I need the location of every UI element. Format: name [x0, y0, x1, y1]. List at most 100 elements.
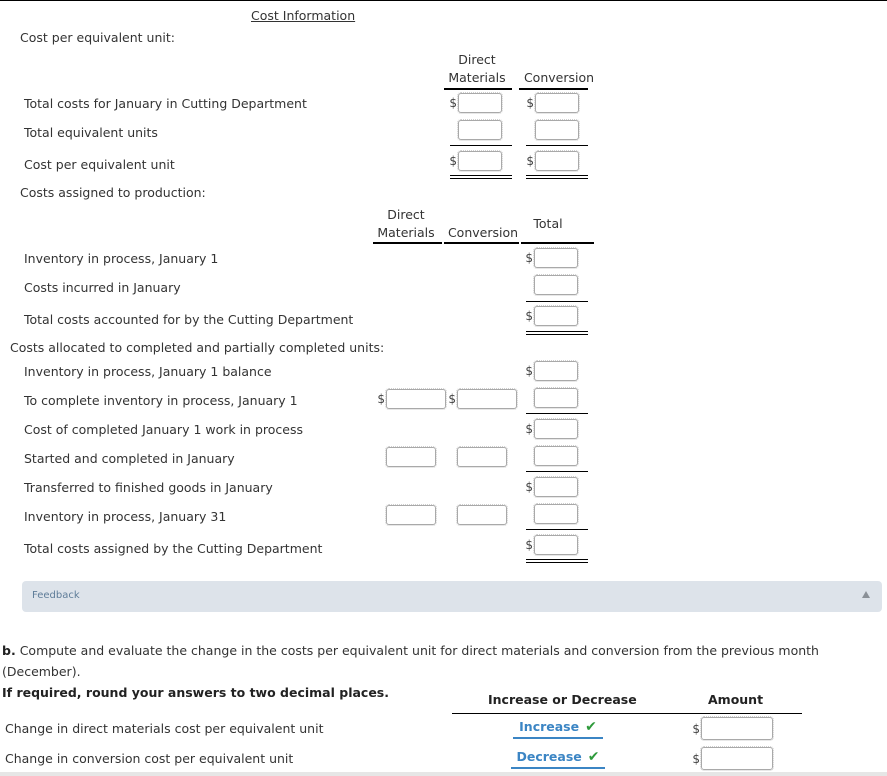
conv-cost-per-eu-input[interactable] — [534, 150, 580, 172]
total-costs-accounted-input[interactable] — [533, 305, 579, 327]
total-double-rule — [450, 175, 512, 179]
header-rule — [444, 242, 519, 244]
cost-information-link[interactable]: Cost Information — [251, 8, 355, 23]
amount-field: $ — [692, 746, 774, 771]
row-label: Inventory in process, January 1 balance — [24, 364, 272, 379]
total-field — [533, 503, 579, 525]
inventory-jan31-total-input[interactable] — [533, 503, 579, 525]
conv-cost-per-eu-field: $ — [526, 150, 580, 172]
row-label: Total costs for January in Cutting Depar… — [24, 96, 307, 111]
direction-select-dm[interactable]: Increase ✔ — [513, 718, 603, 739]
inventory-jan1-total-input[interactable] — [533, 247, 579, 269]
total-field: $ — [525, 534, 579, 556]
total-field — [533, 387, 579, 409]
to-complete-total-input[interactable] — [533, 387, 579, 409]
row-label: Total costs assigned by the Cutting Depa… — [24, 541, 323, 556]
checkmark-icon: ✔ — [587, 748, 600, 765]
conv-total-cost-input[interactable] — [534, 92, 580, 114]
col-header-conversion: Conversion — [447, 225, 519, 240]
conv-eu-field — [534, 119, 580, 141]
col-header-direct-materials: Direct Materials — [446, 51, 508, 87]
header-rule — [444, 88, 512, 90]
total-field — [533, 445, 579, 467]
total-double-rule — [526, 559, 588, 563]
currency-symbol: $ — [525, 251, 533, 265]
currency-symbol: $ — [449, 96, 457, 110]
row-label: To complete inventory in process, Januar… — [24, 393, 298, 408]
dm-cost-per-eu-input[interactable] — [457, 150, 503, 172]
row-label: Costs incurred in January — [24, 280, 181, 295]
inventory-jan31-conv-input[interactable] — [456, 504, 508, 526]
rounding-note: If required, round your answers to two d… — [2, 685, 389, 700]
header-rule — [373, 242, 442, 244]
feedback-panel[interactable]: Feedback — [22, 581, 882, 612]
dm-field — [385, 504, 437, 526]
row-label: Total costs accounted for by the Cutting… — [24, 312, 354, 327]
total-double-rule — [526, 331, 588, 335]
currency-symbol: $ — [692, 721, 700, 736]
currency-symbol: $ — [525, 480, 533, 494]
bottom-border — [0, 772, 887, 776]
conv-equivalent-units-input[interactable] — [534, 119, 580, 141]
subtotal-rule — [526, 145, 588, 146]
header-rule — [452, 713, 802, 714]
total-field: $ — [525, 360, 579, 382]
dm-cost-per-eu-field: $ — [449, 150, 503, 172]
started-completed-total-input[interactable] — [533, 445, 579, 467]
total-field: $ — [525, 418, 579, 440]
inventory-jan1-balance-input[interactable] — [533, 360, 579, 382]
part-b-instruction: Compute and evaluate the change in the c… — [2, 643, 819, 679]
currency-symbol: $ — [377, 392, 385, 406]
subtotal-rule — [526, 301, 588, 302]
started-completed-dm-input[interactable] — [385, 446, 437, 468]
to-complete-conv-input[interactable] — [456, 388, 518, 410]
row-label: Started and completed in January — [24, 451, 235, 466]
inventory-jan31-dm-input[interactable] — [385, 504, 437, 526]
col-header-dm-line2: Materials — [448, 70, 506, 85]
dm-change-amount-input[interactable] — [700, 716, 774, 741]
direction-select-conv[interactable]: Decrease ✔ — [511, 748, 605, 769]
subtotal-rule — [450, 145, 512, 146]
part-b-instruction-line: b. Compute and evaluate the change in th… — [2, 640, 882, 682]
transferred-fg-input[interactable] — [533, 476, 579, 498]
row-label: Cost of completed January 1 work in proc… — [24, 422, 303, 437]
dm-equivalent-units-input[interactable] — [457, 119, 503, 141]
col-header-dm-line1: Direct — [458, 52, 496, 67]
started-completed-conv-input[interactable] — [456, 446, 508, 468]
conv-field — [456, 504, 508, 526]
costs-incurred-total-input[interactable] — [533, 274, 579, 296]
checkmark-icon: ✔ — [585, 718, 597, 735]
total-double-rule — [526, 175, 588, 179]
dm-field — [385, 446, 437, 468]
dm-total-cost-input[interactable] — [457, 92, 503, 114]
currency-symbol: $ — [692, 751, 700, 766]
header-rule — [521, 242, 594, 244]
header-rule — [519, 88, 588, 90]
col-header-dm-line1: Direct — [387, 207, 425, 222]
total-costs-assigned-input[interactable] — [533, 534, 579, 556]
row-label: Inventory in process, January 31 — [24, 509, 227, 524]
conv-field — [456, 446, 508, 468]
dm-eu-field — [457, 119, 503, 141]
col-header-conversion: Conversion — [523, 70, 595, 85]
conv-change-amount-input[interactable] — [700, 746, 774, 771]
completed-jan1-wip-input[interactable] — [533, 418, 579, 440]
row-label: Cost per equivalent unit — [24, 157, 175, 172]
currency-symbol: $ — [525, 364, 533, 378]
total-field: $ — [525, 305, 579, 327]
currency-symbol: $ — [448, 392, 456, 406]
col-header-increase-decrease: Increase or Decrease — [488, 692, 637, 707]
to-complete-dm-input[interactable] — [385, 388, 447, 410]
total-field — [533, 274, 579, 296]
subtotal-rule — [526, 471, 588, 472]
row-label: Total equivalent units — [24, 125, 158, 140]
currency-symbol: $ — [526, 154, 534, 168]
costs-assigned-heading: Costs assigned to production: — [20, 185, 206, 200]
caret-up-icon[interactable] — [862, 591, 870, 598]
dm-total-cost-field: $ — [449, 92, 503, 114]
currency-symbol: $ — [526, 96, 534, 110]
currency-symbol: $ — [525, 422, 533, 436]
allocation-heading: Costs allocated to completed and partial… — [10, 340, 385, 355]
col-header-direct-materials: Direct Materials — [375, 206, 437, 242]
total-field: $ — [525, 247, 579, 269]
